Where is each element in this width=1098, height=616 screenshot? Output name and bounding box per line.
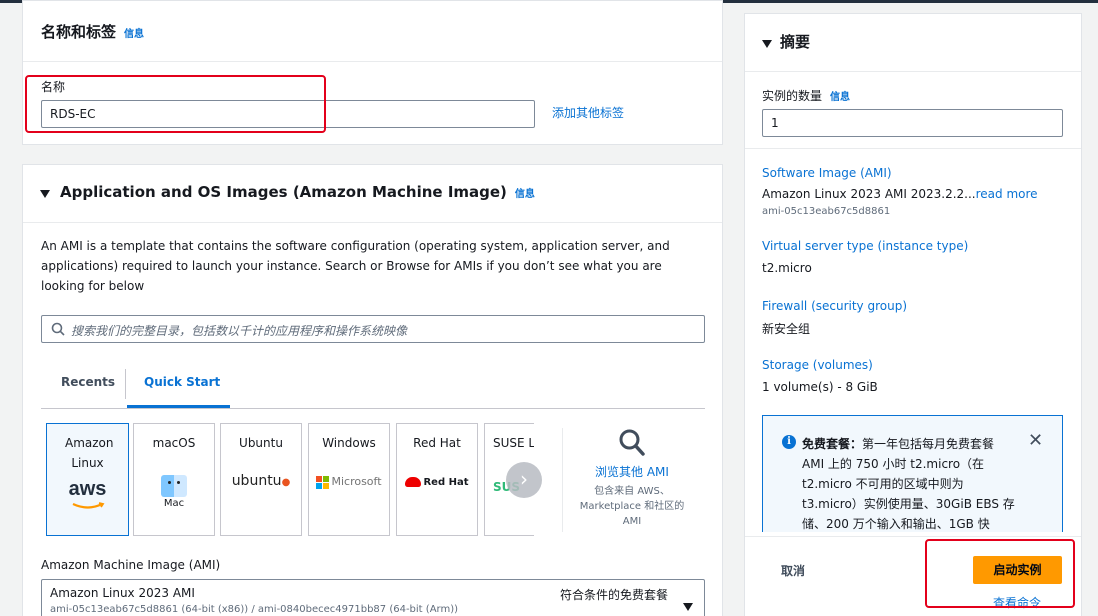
storage-value: 1 volume(s) - 8 GiB xyxy=(762,380,878,394)
tab-separator xyxy=(125,369,126,399)
firewall-link[interactable]: Firewall (security group) xyxy=(762,299,907,313)
ami-panel: Application and OS Images (Amazon Machin… xyxy=(22,164,723,616)
firewall-value: 新安全组 xyxy=(762,322,811,336)
instance-type-value: t2.micro xyxy=(762,261,812,275)
divider xyxy=(745,71,1081,72)
tab-quick-start[interactable]: Quick Start xyxy=(144,375,220,389)
collapse-caret-icon[interactable] xyxy=(40,189,50,198)
dropdown-caret-icon xyxy=(683,603,693,611)
ami-description: An AMI is a template that contains the s… xyxy=(41,239,670,293)
highlight-launch-button xyxy=(925,539,1075,608)
divider xyxy=(23,61,722,62)
free-tier-text: 免费套餐：第一年包括每月免费套餐 AMI 上的 750 小时 t2.micro（… xyxy=(802,437,1015,531)
add-tags-link[interactable]: 添加其他标签 xyxy=(552,104,624,121)
search-placeholder: 搜索我们的完整目录，包括数以千计的应用程序和操作系统映像 xyxy=(71,324,408,338)
storage-link[interactable]: Storage (volumes) xyxy=(762,358,873,372)
summary-title: 摘要 xyxy=(780,33,811,51)
divider xyxy=(23,222,722,223)
search-icon xyxy=(51,322,65,336)
cancel-button[interactable]: 取消 xyxy=(781,562,805,579)
divider-vertical xyxy=(562,428,563,532)
ami-tile-macos[interactable]: macOS Mac xyxy=(133,423,215,536)
tabs-divider xyxy=(41,408,705,409)
ami-tile-ubuntu[interactable]: Ubuntu ubuntu● xyxy=(220,423,302,536)
ami-tile-red-hat[interactable]: Red Hat Red Hat xyxy=(396,423,478,536)
divider xyxy=(745,148,1081,149)
ubuntu-logo-icon: ubuntu● xyxy=(231,473,291,489)
tab-recents[interactable]: Recents xyxy=(61,375,115,389)
search-icon xyxy=(619,429,645,456)
instance-count-label: 实例的数量 信息 xyxy=(762,89,851,103)
instance-type-link[interactable]: Virtual server type (instance type) xyxy=(762,239,968,253)
carousel-next-button[interactable]: › xyxy=(506,462,542,498)
highlight-name-field xyxy=(25,75,326,133)
ami-ids: ami-05c13eab67c5d8861 (64-bit (x86)) / a… xyxy=(50,604,459,615)
instance-count-info-link[interactable]: 信息 xyxy=(830,92,850,103)
name-tags-title: 名称和标签 xyxy=(41,23,117,41)
ami-tile-windows[interactable]: Windows Microsoft xyxy=(308,423,390,536)
free-tier-alert: i 免费套餐：第一年包括每月免费套餐 AMI 上的 750 小时 t2.micr… xyxy=(762,415,1063,532)
software-image-value: Amazon Linux 2023 AMI 2023.2.2...read mo… xyxy=(762,187,1038,201)
ami-selected-name: Amazon Linux 2023 AMI xyxy=(50,586,195,600)
mac-logo-icon: Mac xyxy=(160,475,188,509)
ami-label: Amazon Machine Image (AMI) xyxy=(41,558,221,572)
name-tags-info-link[interactable]: 信息 xyxy=(124,29,144,40)
free-tier-label: 符合条件的免费套餐 xyxy=(560,588,669,602)
info-icon: i xyxy=(782,435,796,449)
instance-count-input[interactable]: 1 xyxy=(762,109,1063,137)
collapse-caret-icon[interactable] xyxy=(762,39,772,48)
browse-more-amis[interactable]: 浏览其他 AMI 包含来自 AWS、Marketplace 和社区的 AMI xyxy=(576,428,688,529)
ami-info-link[interactable]: 信息 xyxy=(515,189,535,200)
browse-more-link[interactable]: 浏览其他 AMI xyxy=(576,463,688,480)
ami-search-box[interactable]: 搜索我们的完整目录，包括数以千计的应用程序和操作系统映像 xyxy=(41,315,705,343)
aws-logo-icon: aws xyxy=(47,479,128,513)
close-icon[interactable]: ✕ xyxy=(1028,432,1043,450)
software-image-link[interactable]: Software Image (AMI) xyxy=(762,166,892,180)
browse-more-description: 包含来自 AWS、Marketplace 和社区的 AMI xyxy=(579,486,685,527)
ami-tile-amazon-linux[interactable]: Amazon Linux aws xyxy=(46,423,129,536)
ami-select[interactable]: Amazon Linux 2023 AMI 符合条件的免费套餐 ami-05c1… xyxy=(41,579,705,616)
read-more-link[interactable]: read more xyxy=(976,187,1038,201)
redhat-logo-icon: Red Hat xyxy=(397,477,477,488)
ami-section-title: Application and OS Images (Amazon Machin… xyxy=(60,183,507,201)
microsoft-logo-icon: Microsoft xyxy=(309,475,389,489)
software-image-ami-id: ami-05c13eab67c5d8861 xyxy=(762,206,891,217)
